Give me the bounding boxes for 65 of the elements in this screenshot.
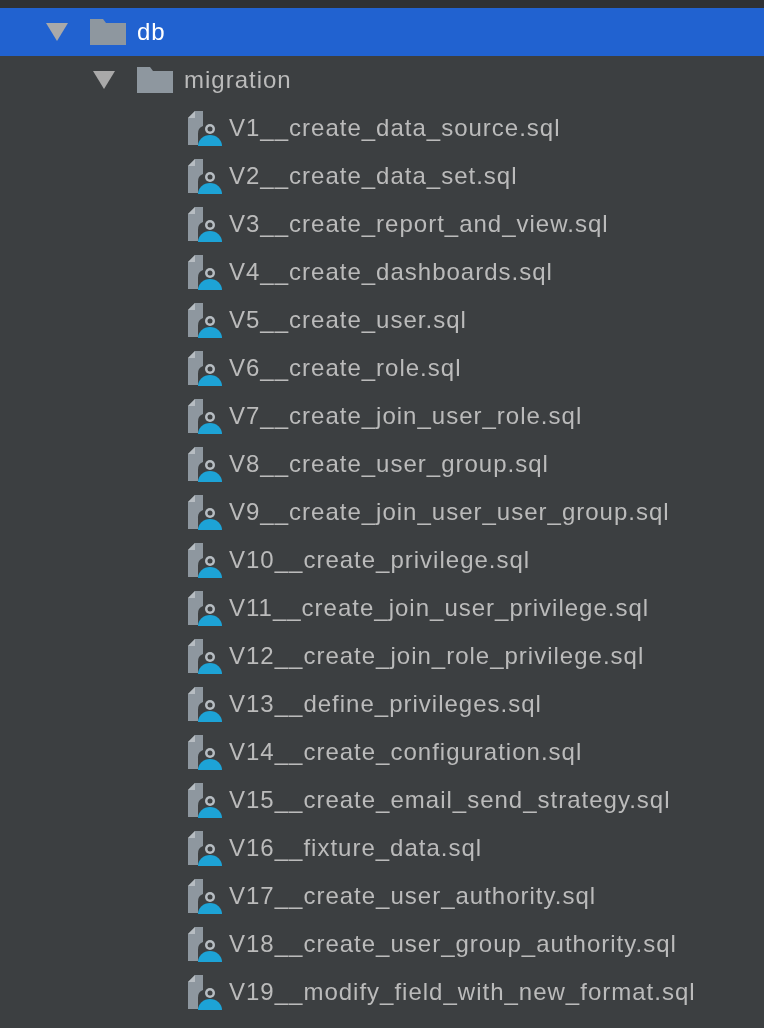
tree-row[interactable]: V4__create_dashboards.sql bbox=[0, 248, 764, 296]
sql-file-icon bbox=[186, 398, 222, 434]
folder-name: db bbox=[137, 18, 166, 46]
file-name: V13__define_privileges.sql bbox=[229, 690, 542, 718]
sql-file-icon bbox=[186, 110, 222, 146]
file-name: V5__create_user.sql bbox=[229, 306, 467, 334]
tree-row[interactable]: V1__create_data_source.sql bbox=[0, 104, 764, 152]
sql-file-icon bbox=[186, 974, 222, 1010]
folder-icon bbox=[137, 67, 173, 93]
folder-name: migration bbox=[184, 66, 292, 94]
sql-file-icon bbox=[186, 494, 222, 530]
tree-row[interactable]: V15__create_email_send_strategy.sql bbox=[0, 776, 764, 824]
expanded-arrow-icon[interactable] bbox=[92, 69, 116, 91]
sql-file-icon bbox=[186, 350, 222, 386]
file-name: V14__create_configuration.sql bbox=[229, 738, 583, 766]
tree-row[interactable]: V6__create_role.sql bbox=[0, 344, 764, 392]
tree-row[interactable]: V2__create_data_set.sql bbox=[0, 152, 764, 200]
sql-file-icon bbox=[186, 782, 222, 818]
sql-file-icon bbox=[186, 926, 222, 962]
sql-file-icon bbox=[186, 254, 222, 290]
tree-row[interactable]: V7__create_join_user_role.sql bbox=[0, 392, 764, 440]
sql-file-icon bbox=[186, 686, 222, 722]
file-name: V10__create_privilege.sql bbox=[229, 546, 531, 574]
file-name: V12__create_join_role_privilege.sql bbox=[229, 642, 645, 670]
sql-file-icon bbox=[186, 302, 222, 338]
file-name: V17__create_user_authority.sql bbox=[229, 882, 597, 910]
sql-file-icon bbox=[186, 158, 222, 194]
tree-row[interactable]: V5__create_user.sql bbox=[0, 296, 764, 344]
tree-row[interactable]: V3__create_report_and_view.sql bbox=[0, 200, 764, 248]
file-name: V2__create_data_set.sql bbox=[229, 162, 518, 190]
expanded-arrow-icon[interactable] bbox=[45, 21, 69, 43]
file-name: V8__create_user_group.sql bbox=[229, 450, 549, 478]
file-name: V7__create_join_user_role.sql bbox=[229, 402, 583, 430]
file-name: V9__create_join_user_user_group.sql bbox=[229, 498, 670, 526]
tree-row[interactable]: V13__define_privileges.sql bbox=[0, 680, 764, 728]
tree-row[interactable]: V14__create_configuration.sql bbox=[0, 728, 764, 776]
folder-icon bbox=[90, 19, 126, 45]
file-name: V6__create_role.sql bbox=[229, 354, 462, 382]
tree-row[interactable]: migration bbox=[0, 56, 764, 104]
file-name: V3__create_report_and_view.sql bbox=[229, 210, 609, 238]
tree-row[interactable]: db bbox=[0, 8, 764, 56]
file-name: V11__create_join_user_privilege.sql bbox=[229, 594, 650, 622]
file-name: V16__fixture_data.sql bbox=[229, 834, 483, 862]
tree-row[interactable]: V17__create_user_authority.sql bbox=[0, 872, 764, 920]
sql-file-icon bbox=[186, 830, 222, 866]
file-name: V19__modify_field_with_new_format.sql bbox=[229, 978, 696, 1006]
sql-file-icon bbox=[186, 878, 222, 914]
sql-file-icon bbox=[186, 638, 222, 674]
sql-file-icon bbox=[186, 446, 222, 482]
sql-file-icon bbox=[186, 542, 222, 578]
sql-file-icon bbox=[186, 206, 222, 242]
file-name: V15__create_email_send_strategy.sql bbox=[229, 786, 671, 814]
tree-row[interactable]: V18__create_user_group_authority.sql bbox=[0, 920, 764, 968]
tree-row[interactable]: V16__fixture_data.sql bbox=[0, 824, 764, 872]
sql-file-icon bbox=[186, 590, 222, 626]
sql-file-icon bbox=[186, 734, 222, 770]
file-name: V18__create_user_group_authority.sql bbox=[229, 930, 677, 958]
tree-row[interactable]: V8__create_user_group.sql bbox=[0, 440, 764, 488]
tree-row[interactable]: V9__create_join_user_user_group.sql bbox=[0, 488, 764, 536]
tree-row[interactable]: V11__create_join_user_privilege.sql bbox=[0, 584, 764, 632]
file-name: V1__create_data_source.sql bbox=[229, 114, 561, 142]
tree-row[interactable]: V12__create_join_role_privilege.sql bbox=[0, 632, 764, 680]
tree-row[interactable]: V19__modify_field_with_new_format.sql bbox=[0, 968, 764, 1016]
tree-row[interactable]: V10__create_privilege.sql bbox=[0, 536, 764, 584]
file-name: V4__create_dashboards.sql bbox=[229, 258, 553, 286]
